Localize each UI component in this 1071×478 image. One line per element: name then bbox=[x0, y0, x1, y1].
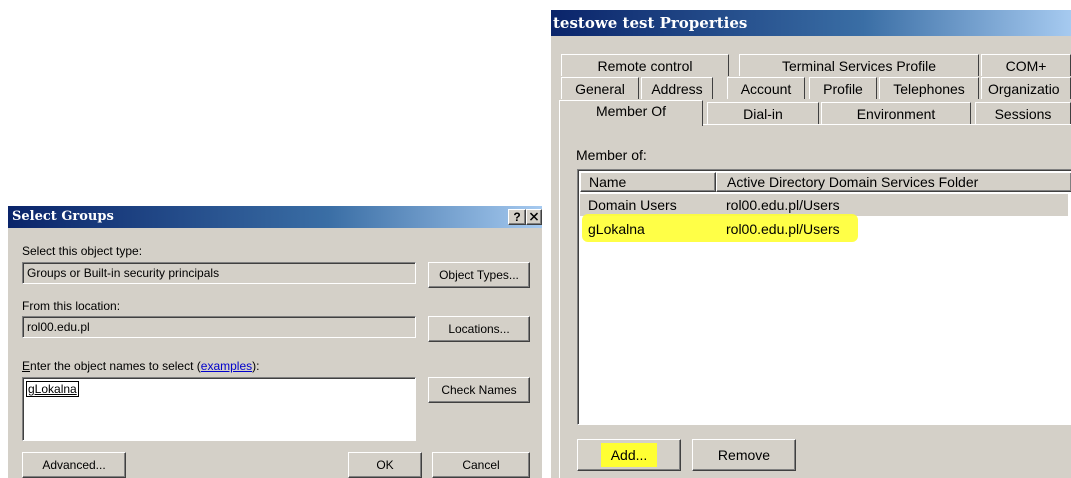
locations-button[interactable]: Locations... bbox=[428, 316, 530, 342]
close-button[interactable]: × bbox=[526, 209, 542, 225]
properties-dialog: testowe test Properties Remote control T… bbox=[551, 10, 1071, 478]
member-of-panel: Member of: Name Active Directory Domain … bbox=[559, 124, 1071, 478]
tab-com-plus[interactable]: COM+ bbox=[981, 54, 1071, 76]
remove-button[interactable]: Remove bbox=[692, 439, 796, 471]
cancel-button[interactable]: Cancel bbox=[432, 452, 530, 478]
location-label: From this location: bbox=[22, 299, 121, 313]
location-field: rol00.edu.pl bbox=[22, 316, 416, 338]
tab-general[interactable]: General bbox=[561, 77, 639, 99]
member-of-label: Member of: bbox=[576, 147, 647, 163]
tab-remote-control[interactable]: Remote control bbox=[561, 54, 729, 76]
row-name: gLokalna bbox=[588, 221, 645, 237]
select-groups-titlebar[interactable]: Select Groups ? × bbox=[8, 206, 542, 228]
check-names-button[interactable]: Check Names bbox=[428, 377, 530, 403]
object-types-button[interactable]: Object Types... bbox=[428, 262, 530, 288]
table-row[interactable]: Domain Users rol00.edu.pl/Users bbox=[580, 194, 1068, 216]
tab-dial-in[interactable]: Dial-in bbox=[707, 102, 819, 124]
column-header-name[interactable]: Name bbox=[580, 172, 716, 192]
tab-telephones[interactable]: Telephones bbox=[879, 77, 979, 99]
tab-member-of[interactable]: Member Of bbox=[559, 100, 703, 126]
object-type-label: Select this object type: bbox=[22, 244, 143, 258]
tab-account[interactable]: Account bbox=[727, 77, 805, 99]
tab-address[interactable]: Address bbox=[641, 77, 713, 99]
add-button-label: Add... bbox=[600, 443, 658, 467]
add-button[interactable]: Add... bbox=[577, 439, 681, 471]
tab-sessions[interactable]: Sessions bbox=[975, 102, 1071, 124]
column-header-folder[interactable]: Active Directory Domain Services Folder bbox=[716, 172, 1071, 192]
examples-link[interactable]: examples bbox=[201, 359, 252, 373]
object-type-field: Groups or Built-in security principals bbox=[22, 262, 416, 284]
properties-title: testowe test Properties bbox=[553, 14, 748, 32]
list-header: Name Active Directory Domain Services Fo… bbox=[580, 172, 1071, 192]
advanced-button[interactable]: Advanced... bbox=[22, 452, 126, 478]
row-folder: rol00.edu.pl/Users bbox=[726, 197, 840, 213]
tab-profile[interactable]: Profile bbox=[809, 77, 877, 99]
object-names-input[interactable]: gLokalna bbox=[22, 377, 416, 441]
row-name: Domain Users bbox=[588, 197, 677, 213]
dialog-title: Select Groups bbox=[12, 209, 114, 224]
tab-environment[interactable]: Environment bbox=[821, 102, 971, 124]
tab-organization[interactable]: Organizatio bbox=[981, 77, 1071, 99]
close-icon: × bbox=[528, 209, 540, 225]
member-of-list[interactable]: Name Active Directory Domain Services Fo… bbox=[577, 169, 1071, 425]
enter-names-label: Enter the object names to select (exampl… bbox=[22, 359, 260, 373]
select-groups-dialog: Select Groups ? × Select this object typ… bbox=[8, 206, 542, 478]
ok-button[interactable]: OK bbox=[348, 452, 422, 478]
row-folder: rol00.edu.pl/Users bbox=[726, 221, 840, 237]
properties-titlebar[interactable]: testowe test Properties bbox=[551, 10, 1071, 36]
table-row[interactable]: gLokalna rol00.edu.pl/Users bbox=[580, 214, 1068, 242]
help-button[interactable]: ? bbox=[508, 209, 526, 225]
tab-terminal-services-profile[interactable]: Terminal Services Profile bbox=[739, 54, 979, 76]
